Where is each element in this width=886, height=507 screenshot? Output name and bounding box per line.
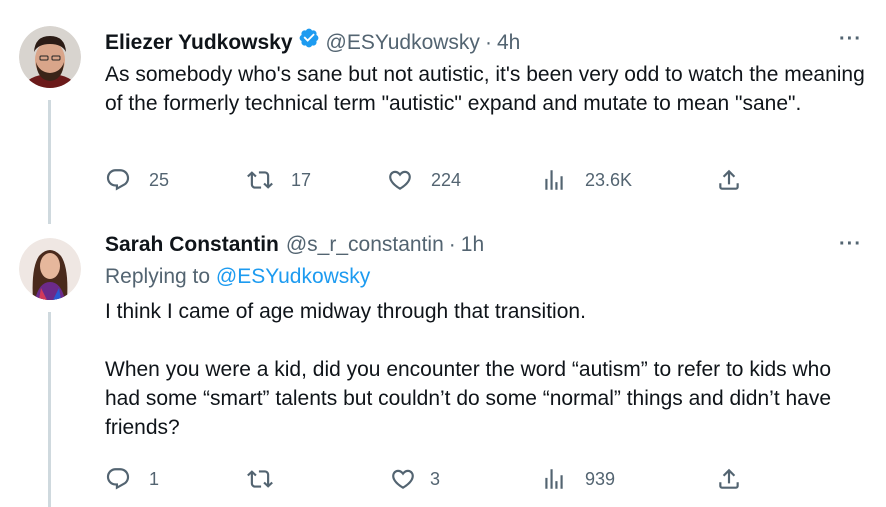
replying-to-link[interactable]: @ESYudkowsky — [216, 265, 370, 288]
avatar[interactable] — [19, 26, 81, 88]
reply-button[interactable]: 1 — [105, 466, 159, 492]
replying-to-prefix: Replying to — [105, 265, 216, 288]
tweet[interactable]: Eliezer Yudkowsky @ESYudkowsky · 4h ··· … — [0, 0, 886, 230]
reply-count: 1 — [149, 469, 160, 489]
share-button[interactable] — [716, 167, 760, 193]
replying-to: Replying to @ESYudkowsky — [105, 265, 370, 289]
avatar[interactable] — [19, 238, 81, 300]
tweet-text: I think I came of age midway through tha… — [105, 300, 832, 439]
reply-icon — [105, 466, 131, 492]
avatar-image — [19, 238, 81, 300]
views-button[interactable]: 939 — [541, 466, 615, 492]
author-name[interactable]: Eliezer Yudkowsky — [105, 30, 293, 56]
share-icon — [716, 466, 742, 492]
separator: · — [448, 233, 456, 256]
tweet[interactable]: Sarah Constantin @s_r_constantin · 1h ··… — [0, 230, 886, 507]
share-button[interactable] — [716, 466, 760, 492]
retweet-button[interactable] — [247, 466, 291, 492]
action-bar: 1 3 939 — [105, 466, 755, 494]
author-handle[interactable]: @s_r_constantin — [286, 232, 444, 258]
like-icon — [390, 466, 416, 492]
like-count: 224 — [431, 170, 462, 190]
views-button[interactable]: 23.6K — [541, 167, 632, 193]
retweet-icon — [247, 167, 273, 193]
views-count: 939 — [585, 469, 616, 489]
more-icon[interactable]: ··· — [839, 233, 862, 256]
more-icon[interactable]: ··· — [839, 28, 862, 51]
like-button[interactable]: 224 — [387, 167, 461, 193]
retweet-icon — [247, 466, 273, 492]
author-name[interactable]: Sarah Constantin — [105, 232, 279, 258]
avatar-image — [19, 26, 81, 88]
separator: · — [484, 31, 492, 54]
tweet-header: Sarah Constantin @s_r_constantin · 1h — [105, 232, 484, 258]
author-handle[interactable]: @ESYudkowsky — [326, 30, 480, 56]
like-count: 3 — [430, 469, 441, 489]
reply-count: 25 — [149, 170, 170, 190]
reply-button[interactable]: 25 — [105, 167, 169, 193]
like-icon — [387, 167, 413, 193]
tweet-text: As somebody who's sane but not autistic,… — [105, 63, 871, 115]
retweet-button[interactable]: 17 — [247, 167, 311, 193]
views-icon — [541, 466, 567, 492]
verified-badge-icon[interactable] — [298, 27, 320, 49]
timestamp[interactable]: 1h — [461, 232, 484, 258]
reply-icon — [105, 167, 131, 193]
views-icon — [541, 167, 567, 193]
timestamp[interactable]: 4h — [497, 30, 520, 56]
action-bar: 25 17 224 23.6K — [105, 167, 755, 195]
tweet-header: Eliezer Yudkowsky @ESYudkowsky · 4h — [105, 27, 520, 56]
share-icon — [716, 167, 742, 193]
retweet-count: 17 — [291, 170, 312, 190]
like-button[interactable]: 3 — [390, 466, 440, 492]
views-count: 23.6K — [585, 170, 633, 190]
